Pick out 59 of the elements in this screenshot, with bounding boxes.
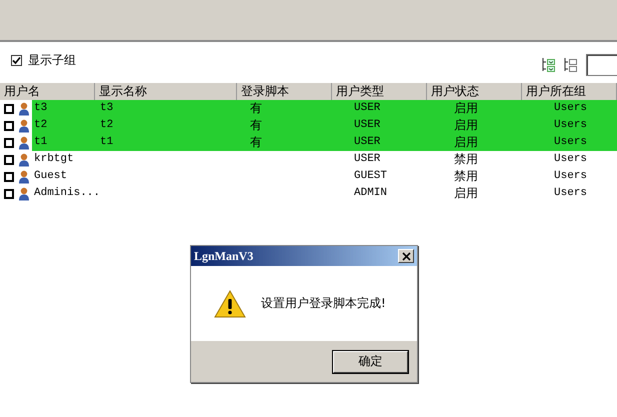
row-checkbox[interactable] — [4, 154, 14, 164]
table-cell: Users — [554, 187, 588, 199]
user-icon — [18, 136, 30, 150]
close-button[interactable] — [398, 249, 414, 263]
dialog-title: LgnManV3 — [194, 248, 254, 264]
table-cell: t3 — [100, 102, 114, 114]
user-icon — [18, 152, 30, 166]
row-checkbox[interactable] — [4, 138, 14, 148]
table-row[interactable]: Adminis... ADMIN 启用 Users — [32, 185, 617, 202]
table-cell: t1 — [100, 136, 114, 148]
dialog-message: 设置用户登录脚本完成! — [261, 295, 386, 312]
table-cell: Users — [554, 102, 588, 114]
table-row[interactable]: krbtgt USER 禁用 Users — [32, 151, 617, 168]
table-cell: krbtgt — [34, 153, 74, 165]
table-cell: GUEST — [354, 170, 388, 182]
table-row[interactable]: Guest GUEST 禁用 Users — [32, 168, 617, 185]
table-cell: 禁用 — [454, 169, 478, 183]
expand-tree-icon[interactable] — [542, 57, 556, 73]
row-checkbox[interactable] — [4, 172, 14, 182]
table-cell: Users — [554, 119, 588, 131]
table-row[interactable]: t3 t3 有 USER 启用 Users — [32, 100, 617, 117]
table-cell: USER — [354, 136, 380, 148]
ok-button[interactable]: 确定 — [333, 350, 408, 372]
table-cell: USER — [354, 102, 380, 114]
table-cell: USER — [354, 153, 380, 165]
table-cell: ADMIN — [354, 187, 388, 199]
row-checkbox[interactable] — [4, 188, 14, 198]
table-cell: 启用 — [454, 135, 478, 149]
table-cell: Users — [554, 136, 588, 148]
table-cell: 禁用 — [454, 152, 478, 166]
table-cell: 有 — [250, 118, 262, 132]
table-cell: 启用 — [454, 186, 478, 200]
table-cell: t3 — [34, 102, 48, 114]
warning-icon — [213, 288, 247, 318]
table-cell: Adminis... — [34, 187, 100, 199]
user-icon — [18, 170, 30, 184]
table-cell: Users — [554, 170, 588, 182]
row-checkbox[interactable] — [4, 120, 14, 130]
table-row[interactable]: t1 t1 有 USER 启用 Users — [32, 134, 617, 151]
table-cell: t2 — [100, 119, 114, 131]
input-field[interactable] — [586, 54, 617, 76]
close-icon — [402, 252, 410, 260]
collapse-tree-icon[interactable] — [564, 57, 578, 73]
user-icon — [18, 102, 30, 116]
table-cell: Guest — [34, 170, 68, 182]
table-cell: USER — [354, 119, 380, 131]
row-checkbox[interactable] — [4, 104, 14, 114]
table-cell: Users — [554, 153, 588, 165]
checkbox[interactable] — [11, 55, 22, 66]
user-icon — [18, 118, 30, 132]
table-cell: t2 — [34, 119, 48, 131]
table-cell: 启用 — [454, 118, 478, 132]
table-cell: t1 — [34, 136, 48, 148]
user-icon — [18, 186, 30, 200]
table-cell: 有 — [250, 135, 262, 149]
checkbox-label: 显示子组 — [28, 52, 76, 69]
table-cell: 有 — [250, 101, 262, 115]
table-row[interactable]: t2 t2 有 USER 启用 Users — [32, 117, 617, 134]
table-cell: 启用 — [454, 101, 478, 115]
